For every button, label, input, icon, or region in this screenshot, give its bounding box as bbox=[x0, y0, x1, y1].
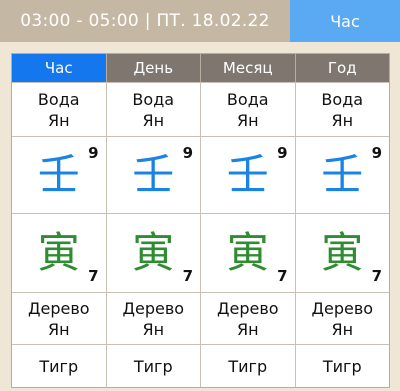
stem-element-cell: Вода Ян bbox=[201, 83, 296, 136]
tab-month[interactable]: Месяц bbox=[201, 54, 296, 82]
polarity-label: Ян bbox=[47, 319, 70, 339]
top-bar: 03:00 - 05:00 | ПТ. 18.02.22 Час bbox=[0, 0, 400, 42]
element-label: Дерево bbox=[311, 298, 374, 318]
polarity-label: Ян bbox=[331, 319, 354, 339]
branch-number: 7 bbox=[88, 267, 99, 285]
branch-element-cell: Дерево Ян bbox=[107, 293, 201, 344]
stem-glyph-row: 壬 9 壬 9 壬 9 壬 9 bbox=[12, 136, 389, 213]
branch-glyph-cell: 寅 7 bbox=[201, 214, 296, 292]
animal-cell: Тигр bbox=[296, 345, 390, 387]
branch-element-cell: Дерево Ян bbox=[12, 293, 107, 344]
polarity-label: Ян bbox=[142, 319, 165, 339]
stem-element-cell: Вода Ян bbox=[296, 83, 390, 136]
animal-cell: Тигр bbox=[107, 345, 201, 387]
stem-glyph-cell: 壬 9 bbox=[201, 137, 296, 213]
element-label: Вода bbox=[321, 89, 364, 109]
polarity-label: Ян bbox=[236, 110, 259, 130]
stem-element-cell: Вода Ян bbox=[12, 83, 107, 136]
stem-element-row: Вода Ян Вода Ян Вода Ян Вода Ян bbox=[12, 82, 389, 136]
element-label: Вода bbox=[132, 89, 175, 109]
branch-glyph: 寅 bbox=[321, 228, 364, 277]
stem-glyph-cell: 壬 9 bbox=[296, 137, 390, 213]
tab-day[interactable]: День bbox=[106, 54, 201, 82]
polarity-label: Ян bbox=[331, 110, 354, 130]
polarity-label: Ян bbox=[47, 110, 70, 130]
stem-glyph-cell: 壬 9 bbox=[107, 137, 201, 213]
branch-glyph: 寅 bbox=[132, 228, 175, 277]
animal-row: Тигр Тигр Тигр Тигр bbox=[12, 344, 389, 387]
polarity-label: Ян bbox=[236, 319, 259, 339]
branch-number: 7 bbox=[277, 267, 288, 285]
element-label: Дерево bbox=[216, 298, 279, 318]
element-label: Вода bbox=[226, 89, 269, 109]
date-time-title: 03:00 - 05:00 | ПТ. 18.02.22 bbox=[20, 11, 270, 31]
branch-glyph-cell: 寅 7 bbox=[107, 214, 201, 292]
polarity-label: Ян bbox=[142, 110, 165, 130]
branch-glyph-cell: 寅 7 bbox=[296, 214, 390, 292]
branch-glyph: 寅 bbox=[37, 228, 80, 277]
stem-glyph: 壬 bbox=[132, 150, 175, 199]
stem-number: 9 bbox=[277, 144, 288, 162]
tab-row: Час День Месяц Год bbox=[12, 54, 389, 82]
branch-glyph-row: 寅 7 寅 7 寅 7 寅 7 bbox=[12, 213, 389, 292]
stem-number: 9 bbox=[88, 144, 99, 162]
animal-cell: Тигр bbox=[12, 345, 107, 387]
animal-label: Тигр bbox=[39, 356, 79, 376]
stem-element-cell: Вода Ян bbox=[107, 83, 201, 136]
branch-number: 7 bbox=[371, 267, 382, 285]
branch-element-cell: Дерево Ян bbox=[296, 293, 390, 344]
stem-glyph: 壬 bbox=[226, 150, 269, 199]
branch-glyph: 寅 bbox=[226, 228, 269, 277]
hour-button[interactable]: Час bbox=[290, 0, 400, 42]
stem-number: 9 bbox=[182, 144, 193, 162]
animal-label: Тигр bbox=[228, 356, 268, 376]
stem-glyph: 壬 bbox=[321, 150, 364, 199]
branch-glyph-cell: 寅 7 bbox=[12, 214, 107, 292]
element-label: Дерево bbox=[122, 298, 185, 318]
branch-element-cell: Дерево Ян bbox=[201, 293, 296, 344]
stem-glyph-cell: 壬 9 bbox=[12, 137, 107, 213]
animal-label: Тигр bbox=[322, 356, 362, 376]
element-label: Дерево bbox=[27, 298, 90, 318]
tab-year[interactable]: Год bbox=[295, 54, 389, 82]
bazi-table: Час День Месяц Год Вода Ян Вода Ян Вода … bbox=[11, 53, 390, 388]
stem-number: 9 bbox=[371, 144, 382, 162]
stem-glyph: 壬 bbox=[37, 150, 80, 199]
branch-number: 7 bbox=[182, 267, 193, 285]
tab-hour[interactable]: Час bbox=[12, 54, 107, 82]
branch-element-row: Дерево Ян Дерево Ян Дерево Ян Дерево Ян bbox=[12, 292, 389, 344]
animal-label: Тигр bbox=[133, 356, 173, 376]
animal-cell: Тигр bbox=[201, 345, 296, 387]
element-label: Вода bbox=[37, 89, 80, 109]
